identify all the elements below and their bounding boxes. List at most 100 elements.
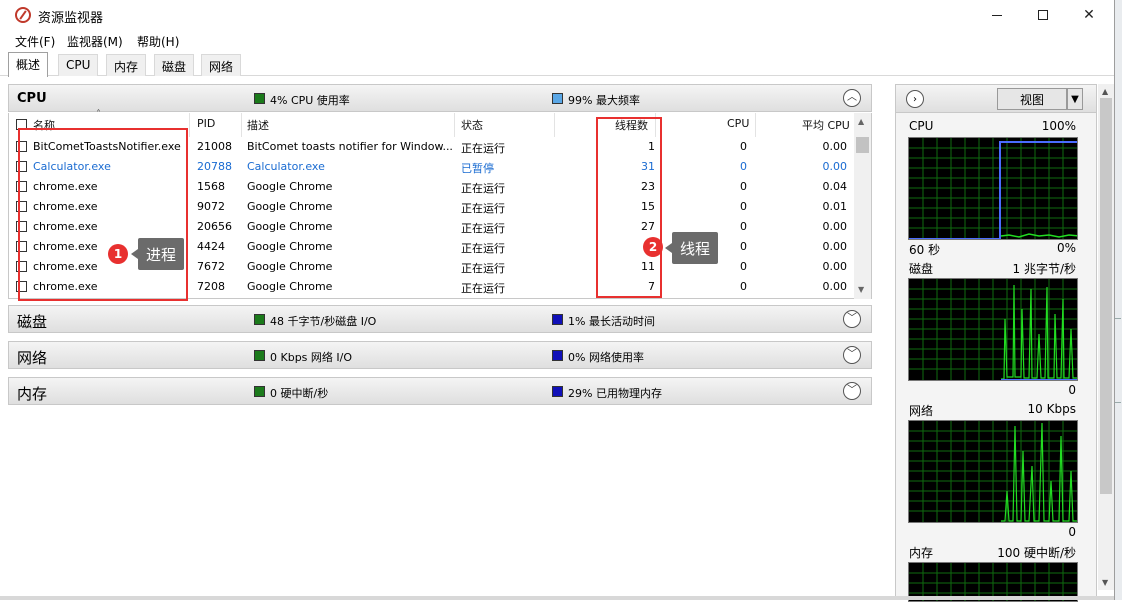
graph-max: 100%	[1041, 119, 1076, 133]
memory-section-header[interactable]: 内存 0 硬中断/秒 29% 已用物理内存 ﹀	[8, 377, 872, 405]
scroll-up-icon[interactable]: ▲	[1102, 87, 1108, 96]
graph-title: 内存	[909, 546, 934, 560]
process-status: 正在运行	[461, 142, 505, 155]
process-description: Google Chrome	[247, 280, 333, 293]
annotation-callout-threads: 线程	[664, 232, 719, 264]
scroll-down-icon[interactable]: ▼	[1102, 578, 1108, 587]
minimize-button[interactable]	[974, 0, 1020, 30]
maximize-button[interactable]	[1020, 0, 1066, 30]
process-average-cpu: 0.00	[822, 260, 848, 273]
resource-monitor-icon	[15, 7, 31, 23]
tab-cpu[interactable]: CPU	[58, 54, 99, 76]
process-average-cpu: 0.04	[822, 180, 848, 193]
col-average-cpu[interactable]: 平均 CPU	[802, 117, 850, 133]
column-divider	[554, 113, 555, 137]
collapse-pane-icon[interactable]: ›	[906, 90, 924, 108]
process-cpu: 0	[740, 140, 747, 153]
graph-max: 10 Kbps	[1027, 402, 1076, 416]
disk-active-stat: 1% 最长活动时间	[568, 315, 655, 328]
table-scrollbar[interactable]: ▲ ▼	[854, 113, 871, 299]
sort-up-icon: ˄	[96, 109, 101, 120]
graphs-pane: › 视图 ▼ CPU 100% 60 秒 0% 磁盘 1 兆字节/秒 0 网络 …	[895, 84, 1097, 602]
disk-graph	[908, 278, 1078, 381]
annotation-badge-2: 2	[643, 237, 663, 257]
cpu-usage-stat: 4% CPU 使用率	[270, 94, 350, 107]
graph-min: 0	[1068, 525, 1076, 539]
process-description: BitComet toasts notifier for Window...	[247, 140, 453, 153]
tab-memory[interactable]: 内存	[106, 54, 147, 76]
tab-disk[interactable]: 磁盘	[154, 54, 195, 76]
backdrop-mark	[1115, 402, 1121, 410]
annotation-badge-1: 1	[108, 244, 128, 264]
col-status[interactable]: 状态	[461, 117, 483, 133]
disk-section-header[interactable]: 磁盘 48 千字节/秒磁盘 I/O 1% 最长活动时间 ﹀	[8, 305, 872, 333]
disk-io-stat: 48 千字节/秒磁盘 I/O	[270, 315, 377, 328]
process-pid: 20788	[197, 160, 232, 173]
cpu-frequency-legend-icon	[552, 93, 563, 104]
process-average-cpu: 0.00	[822, 220, 848, 233]
graph-title: 磁盘	[909, 262, 934, 276]
menu-help[interactable]: 帮助(H)	[137, 33, 179, 50]
graph-time-span: 60 秒	[909, 243, 941, 257]
network-section-header[interactable]: 网络 0 Kbps 网络 I/O 0% 网络使用率 ﹀	[8, 341, 872, 369]
menu-file[interactable]: 文件(F)	[15, 33, 55, 50]
close-button[interactable]: ✕	[1066, 0, 1112, 30]
process-cpu: 0	[740, 200, 747, 213]
network-graph-plot	[909, 421, 1077, 522]
status-strip	[0, 596, 1114, 600]
process-cpu: 0	[740, 180, 747, 193]
scroll-thumb[interactable]	[1100, 98, 1112, 494]
cpu-graph-plot	[909, 138, 1077, 239]
process-average-cpu: 0.00	[822, 280, 848, 293]
process-pid: 21008	[197, 140, 232, 153]
view-dropdown-icon[interactable]: ▼	[1067, 88, 1083, 110]
process-pid: 1568	[197, 180, 225, 193]
expand-chevron-icon[interactable]: ﹀	[843, 382, 861, 400]
network-usage-stat: 0% 网络使用率	[568, 351, 644, 364]
process-description: Google Chrome	[247, 180, 333, 193]
graph-title: CPU	[909, 119, 934, 133]
cpu-section-header[interactable]: CPU 4% CPU 使用率 99% 最大频率 ︿	[8, 84, 872, 112]
col-cpu[interactable]: CPU	[727, 117, 749, 130]
cpu-usage-legend-icon	[254, 93, 265, 104]
process-pid: 9072	[197, 200, 225, 213]
scroll-down-icon[interactable]: ▼	[858, 285, 864, 294]
menu-bar: 文件(F) 监视器(M) 帮助(H)	[0, 31, 1114, 51]
network-io-legend-icon	[254, 350, 265, 361]
physical-memory-legend-icon	[552, 386, 563, 397]
process-cpu: 0	[740, 280, 747, 293]
process-status: 正在运行	[461, 182, 505, 195]
process-average-cpu: 0.01	[822, 200, 848, 213]
disk-active-legend-icon	[552, 314, 563, 325]
scroll-up-icon[interactable]: ▲	[858, 117, 864, 126]
tab-overview[interactable]: 概述	[8, 52, 49, 77]
column-divider	[454, 113, 455, 137]
title-bar: 资源监视器 ✕	[0, 0, 1114, 30]
scroll-thumb[interactable]	[856, 137, 869, 153]
graph-max: 100 硬中断/秒	[997, 546, 1076, 560]
section-title: 磁盘	[17, 313, 48, 331]
column-divider	[241, 113, 242, 137]
section-title: 内存	[17, 385, 48, 403]
col-pid[interactable]: PID	[197, 117, 215, 130]
process-status: 正在运行	[461, 262, 505, 275]
graphs-scrollbar[interactable]: ▲ ▼	[1098, 84, 1114, 590]
col-description[interactable]: 描述	[247, 117, 269, 133]
expand-chevron-icon[interactable]: ﹀	[843, 310, 861, 328]
view-button[interactable]: 视图	[997, 88, 1067, 110]
backdrop-mark	[1115, 318, 1121, 326]
network-usage-legend-icon	[552, 350, 563, 361]
tab-strip: 概述 CPU 内存 磁盘 网络	[0, 52, 1114, 77]
cpu-graph	[908, 137, 1078, 240]
expand-chevron-icon[interactable]: ﹀	[843, 346, 861, 364]
network-graph	[908, 420, 1078, 523]
process-description: Calculator.exe	[247, 160, 325, 173]
process-description: Google Chrome	[247, 260, 333, 273]
tab-network[interactable]: 网络	[201, 54, 242, 76]
collapse-chevron-icon[interactable]: ︿	[843, 89, 861, 107]
graph-title: 网络	[909, 404, 934, 418]
menu-monitor[interactable]: 监视器(M)	[67, 33, 123, 50]
resource-monitor-window: 资源监视器 ✕ 文件(F) 监视器(M) 帮助(H) 概述 CPU 内存 磁盘 …	[0, 0, 1115, 602]
process-average-cpu: 0.00	[822, 160, 848, 173]
process-pid: 7208	[197, 280, 225, 293]
